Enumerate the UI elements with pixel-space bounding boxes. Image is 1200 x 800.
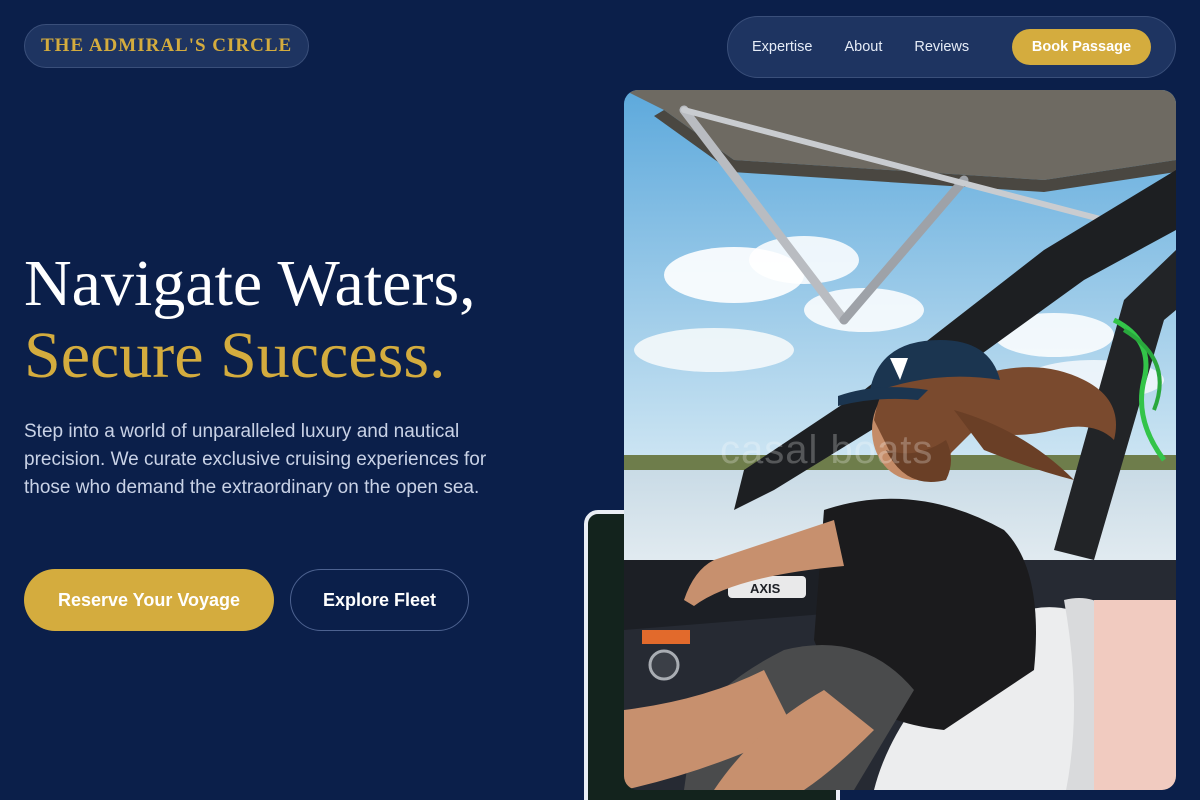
reserve-voyage-button[interactable]: Reserve Your Voyage — [24, 569, 274, 631]
landing-page: THE ADMIRAL'S CIRCLE Expertise About Rev… — [0, 0, 1200, 800]
console-badge: AXIS — [750, 581, 781, 596]
hero-title-line2: Secure Success. — [24, 319, 446, 392]
photo-watermark: casal boats — [720, 428, 934, 472]
main-nav: Expertise About Reviews Book Passage — [727, 16, 1176, 78]
hero-boat-photo: AXIS casal boats — [624, 90, 1176, 790]
nav-link-about[interactable]: About — [844, 39, 882, 55]
hero-title-line1: Navigate Waters, — [24, 247, 476, 320]
hero-description: Step into a world of unparalleled luxury… — [24, 421, 487, 498]
brand-logo[interactable]: THE ADMIRAL'S CIRCLE — [24, 24, 310, 68]
nav-link-reviews[interactable]: Reviews — [914, 39, 969, 55]
book-passage-button[interactable]: Book Passage — [1012, 29, 1151, 65]
nav-link-expertise[interactable]: Expertise — [752, 39, 812, 55]
hero-title: Navigate Waters, Secure Success. — [24, 248, 476, 392]
brand-name: THE ADMIRAL'S CIRCLE — [41, 35, 293, 56]
explore-fleet-button[interactable]: Explore Fleet — [290, 569, 469, 631]
